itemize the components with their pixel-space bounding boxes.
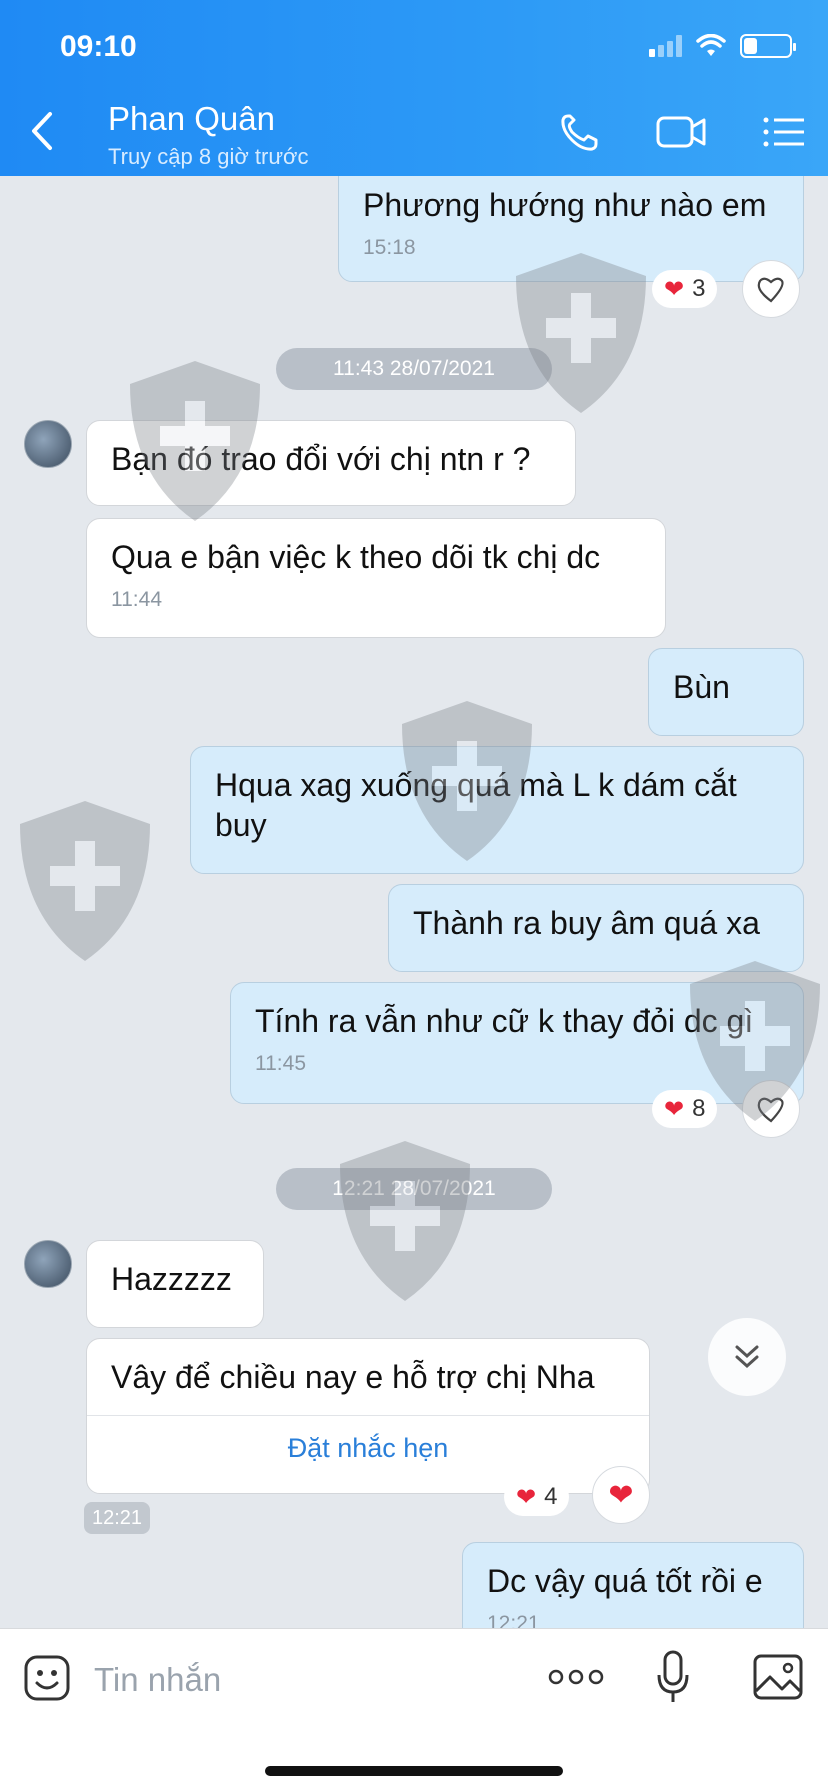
battery-icon bbox=[740, 34, 796, 58]
phone-icon[interactable] bbox=[554, 108, 608, 156]
message-time: 11:45 bbox=[255, 1052, 306, 1075]
reaction-count: 3 bbox=[692, 275, 706, 302]
reaction-count: 8 bbox=[692, 1095, 706, 1122]
message-text: Tính ra vẫn như cữ k thay đỏi dc gì bbox=[255, 1003, 754, 1039]
heart-icon: ❤ bbox=[664, 1095, 685, 1123]
sticker-icon[interactable] bbox=[22, 1653, 72, 1703]
message-text: Hqua xag xuống quá mà L k dám cắt buy bbox=[215, 767, 737, 843]
avatar[interactable] bbox=[24, 420, 72, 468]
message-time: 12:21 bbox=[84, 1502, 151, 1534]
message-bubble-outgoing[interactable]: Phương hướng như nào em 15:18 bbox=[338, 176, 804, 282]
signal-icon bbox=[649, 35, 682, 57]
like-button[interactable] bbox=[742, 260, 800, 318]
status-icons bbox=[649, 34, 796, 58]
date-separator: 11:43 28/07/2021 bbox=[276, 348, 552, 390]
chat-header: 09:10 Phan Quân Truy cập 8 giờ trước bbox=[0, 0, 828, 176]
reaction-badge[interactable]: ❤ 3 bbox=[652, 270, 718, 308]
message-bubble-incoming[interactable]: Hazzzzz bbox=[86, 1240, 264, 1328]
chevron-double-down-icon bbox=[735, 1345, 759, 1369]
reaction-badge[interactable]: ❤ 8 bbox=[652, 1090, 718, 1128]
mic-icon[interactable] bbox=[656, 1649, 690, 1705]
video-icon[interactable] bbox=[654, 108, 708, 156]
message-time: 12:21 bbox=[487, 1612, 540, 1628]
message-text: Hazzzzz bbox=[111, 1261, 232, 1297]
status-time: 09:10 bbox=[60, 30, 137, 63]
message-bubble-outgoing[interactable]: Tính ra vẫn như cữ k thay đỏi dc gì 11:4… bbox=[230, 982, 804, 1104]
message-bubble-outgoing[interactable]: Dc vậy quá tốt rồi e 12:21 bbox=[462, 1542, 804, 1628]
reaction-badge[interactable]: ❤ 4 bbox=[504, 1478, 570, 1516]
contact-name[interactable]: Phan Quân bbox=[108, 100, 275, 138]
message-text: Bạn đó trao đổi với chị ntn r ? bbox=[111, 441, 531, 477]
heart-icon: ❤ bbox=[608, 1478, 634, 1512]
like-icon bbox=[757, 277, 784, 303]
menu-icon[interactable] bbox=[758, 108, 812, 156]
message-text: Thành ra buy âm quá xa bbox=[413, 905, 760, 941]
message-time: 11:44 bbox=[111, 588, 162, 611]
message-input[interactable] bbox=[94, 1655, 514, 1705]
watermark-shield bbox=[340, 1141, 470, 1301]
avatar[interactable] bbox=[24, 1240, 72, 1288]
message-bubble-incoming[interactable]: Vây để chiều nay e hỗ trợ chị Nha Đặt nh… bbox=[86, 1338, 650, 1494]
message-bubble-incoming[interactable]: Bạn đó trao đổi với chị ntn r ? bbox=[86, 420, 576, 506]
message-bubble-incoming[interactable]: Qua e bận việc k theo dõi tk chị dc 11:4… bbox=[86, 518, 666, 638]
message-bubble-outgoing[interactable]: Thành ra buy âm quá xa bbox=[388, 884, 804, 972]
date-separator: 12:21 28/07/2021 bbox=[276, 1168, 552, 1210]
like-button[interactable]: ❤ bbox=[592, 1466, 650, 1524]
reaction-count: 4 bbox=[544, 1483, 558, 1510]
scroll-down-button[interactable] bbox=[708, 1318, 786, 1396]
heart-icon: ❤ bbox=[516, 1483, 537, 1511]
message-bubble-outgoing[interactable]: Bùn bbox=[648, 648, 804, 736]
more-icon[interactable] bbox=[548, 1665, 604, 1689]
message-time: 15:18 bbox=[363, 236, 416, 259]
heart-icon: ❤ bbox=[664, 275, 685, 303]
message-text: Dc vậy quá tốt rồi e bbox=[487, 1563, 763, 1599]
message-text: Vây để chiều nay e hỗ trợ chị Nha bbox=[111, 1359, 595, 1395]
back-icon[interactable] bbox=[24, 108, 60, 154]
image-icon[interactable] bbox=[752, 1653, 804, 1701]
home-indicator[interactable] bbox=[265, 1766, 563, 1776]
contact-status: Truy cập 8 giờ trước bbox=[108, 144, 309, 169]
watermark-shield bbox=[20, 801, 150, 961]
message-text: Bùn bbox=[673, 669, 730, 705]
like-button[interactable] bbox=[742, 1080, 800, 1138]
set-reminder-button[interactable]: Đặt nhắc hẹn bbox=[87, 1415, 649, 1479]
like-icon bbox=[757, 1097, 784, 1123]
message-bubble-outgoing[interactable]: Hqua xag xuống quá mà L k dám cắt buy bbox=[190, 746, 804, 874]
wifi-icon bbox=[696, 34, 726, 56]
message-text: Qua e bận việc k theo dõi tk chị dc bbox=[111, 539, 601, 575]
message-text: Phương hướng như nào em bbox=[363, 187, 767, 223]
chat-area[interactable]: Phương hướng như nào em 15:18 ❤ 3 11:43 … bbox=[0, 176, 828, 1628]
